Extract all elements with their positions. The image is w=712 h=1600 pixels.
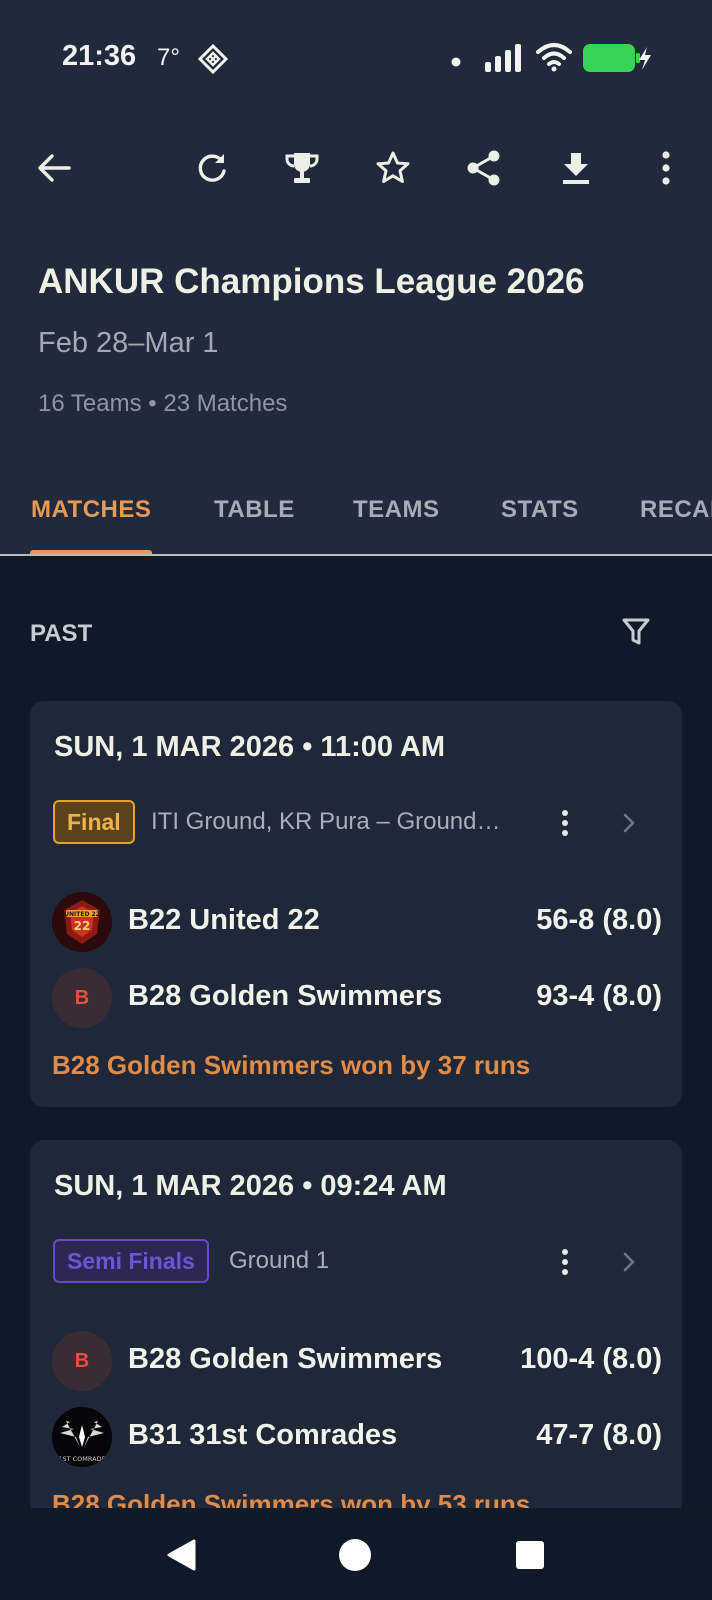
back-triangle-icon — [167, 1539, 196, 1571]
stage-badge-final: Final — [53, 800, 135, 844]
tab-recap[interactable]: RECAP — [640, 496, 712, 524]
nav-back-button[interactable] — [156, 1530, 206, 1580]
team-score: 100-4 (8.0) — [520, 1343, 662, 1375]
match-options-button[interactable] — [550, 801, 580, 845]
team-row: 1ST COMRADE B31 31st Comrades 47-7 (8.0) — [52, 1407, 662, 1467]
more-vertical-icon — [562, 1249, 568, 1275]
match-result: B28 Golden Swimmers won by 37 runs — [52, 1050, 531, 1080]
tournament-header: 21:36 7° ANKUR Champions League 2026 Feb… — [0, 0, 712, 556]
logo-text: 1ST COMRADE — [58, 1455, 105, 1463]
match-datetime: SUN, 1 MAR 2026 • 11:00 AM — [54, 731, 446, 763]
back-button[interactable] — [26, 140, 82, 196]
home-circle-icon — [339, 1539, 371, 1571]
wifi-icon — [536, 42, 572, 77]
team-row: UNITED 22 22 B22 United 22 56-8 (8.0) — [52, 892, 662, 952]
team-name: B22 United 22 — [128, 904, 320, 936]
team-name: B28 Golden Swimmers — [128, 980, 443, 1012]
team-avatar: B — [52, 968, 112, 1028]
united-22-logo: UNITED 22 22 — [52, 892, 112, 952]
svg-text:22: 22 — [74, 919, 91, 933]
team-avatar: UNITED 22 22 — [52, 892, 112, 952]
battery-charging-icon — [583, 44, 653, 77]
share-button[interactable] — [456, 140, 512, 196]
tournament-title: ANKUR Champions League 2026 — [38, 262, 585, 301]
team-row: B B28 Golden Swimmers 100-4 (8.0) — [52, 1331, 662, 1391]
team-row: B B28 Golden Swimmers 93-4 (8.0) — [52, 968, 662, 1028]
team-score: 93-4 (8.0) — [536, 980, 662, 1012]
chevron-right-icon — [623, 813, 635, 833]
nav-home-button[interactable] — [330, 1530, 380, 1580]
nav-recents-button[interactable] — [505, 1530, 555, 1580]
filter-button[interactable] — [612, 608, 660, 656]
dot-icon — [451, 54, 461, 72]
team-avatar: B — [52, 1331, 112, 1391]
match-options-button[interactable] — [550, 1240, 580, 1284]
match-card[interactable]: SUN, 1 MAR 2026 • 09:24 AM Semi Finals G… — [30, 1140, 682, 1560]
team-name: B31 31st Comrades — [128, 1419, 398, 1451]
download-icon — [563, 153, 589, 184]
match-details-chevron[interactable] — [614, 1244, 644, 1280]
kite-app-icon — [197, 43, 229, 79]
team-name: B28 Golden Swimmers — [128, 1343, 443, 1375]
more-options-button[interactable] — [638, 140, 694, 196]
match-venue: ITI Ground, KR Pura – Ground… — [151, 808, 501, 835]
download-button[interactable] — [548, 140, 604, 196]
tab-matches[interactable]: MATCHES — [31, 496, 151, 524]
more-vertical-icon — [562, 810, 568, 836]
nav-bar-shadow — [0, 1508, 712, 1528]
tournament-meta: 16 Teams • 23 Matches — [38, 390, 288, 417]
match-venue: Ground 1 — [229, 1247, 330, 1274]
tournament-dates: Feb 28–Mar 1 — [38, 327, 219, 359]
recents-square-icon — [516, 1541, 544, 1569]
match-datetime: SUN, 1 MAR 2026 • 09:24 AM — [54, 1170, 447, 1202]
logo-text: UNITED 22 — [64, 911, 100, 918]
section-label-past: PAST — [30, 620, 93, 647]
tab-bar: MATCHES TABLE TEAMS STATS RECAP — [0, 470, 712, 556]
trophy-button[interactable] — [274, 140, 330, 196]
match-card[interactable]: SUN, 1 MAR 2026 • 11:00 AM Final ITI Gro… — [30, 701, 682, 1107]
filter-icon — [622, 618, 650, 645]
refresh-icon — [198, 154, 226, 182]
favorite-button[interactable] — [365, 140, 421, 196]
status-time: 21:36 — [62, 40, 137, 72]
tab-stats[interactable]: STATS — [501, 496, 579, 524]
trophy-icon — [285, 153, 319, 183]
team-score: 56-8 (8.0) — [536, 904, 662, 936]
match-details-chevron[interactable] — [614, 805, 644, 841]
signal-icon — [484, 44, 524, 77]
chevron-right-icon — [623, 1252, 635, 1272]
back-arrow-icon — [38, 154, 71, 182]
status-bar: 21:36 7° — [0, 0, 712, 116]
more-vertical-icon — [662, 151, 670, 185]
share-icon — [467, 150, 500, 186]
comrades-logo: 1ST COMRADE — [52, 1407, 112, 1467]
team-avatar: 1ST COMRADE — [52, 1407, 112, 1467]
refresh-button[interactable] — [184, 140, 240, 196]
header-divider — [0, 554, 712, 556]
stage-badge-semi-finals: Semi Finals — [53, 1239, 209, 1283]
tab-teams[interactable]: TEAMS — [353, 496, 440, 524]
team-score: 47-7 (8.0) — [536, 1419, 662, 1451]
tab-table[interactable]: TABLE — [214, 496, 295, 524]
status-temperature: 7° — [157, 44, 180, 71]
star-icon — [376, 151, 410, 183]
